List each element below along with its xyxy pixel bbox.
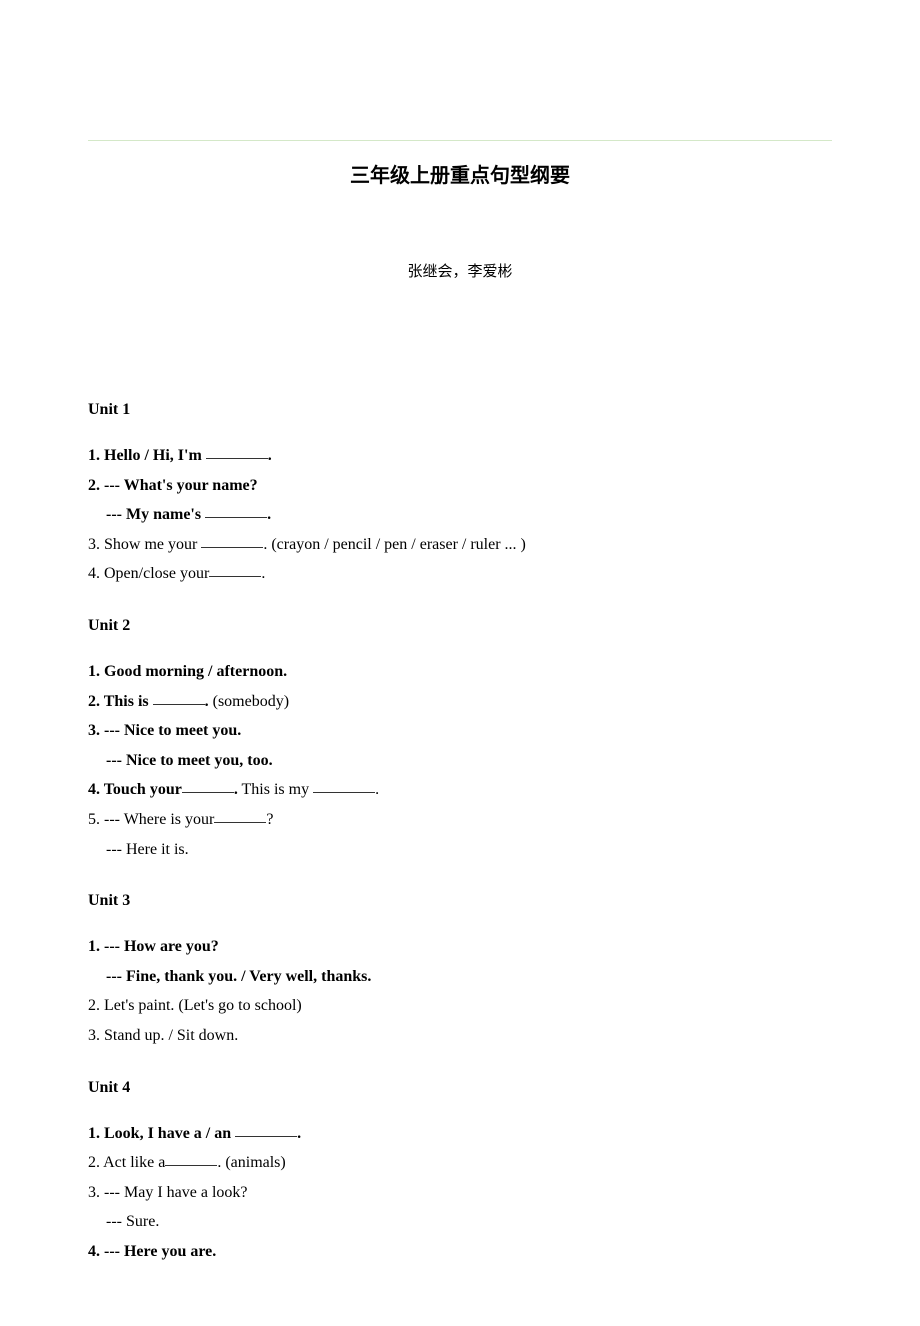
unit-4-item-4: 4. --- Here you are. [88, 1237, 832, 1267]
unit-4-heading: Unit 4 [88, 1079, 832, 1097]
text-fragment: 4. Touch your [88, 781, 182, 798]
blank [313, 776, 375, 793]
text-fragment: ? [266, 811, 273, 828]
unit-4-item-1: 1. Look, I have a / an . [88, 1119, 832, 1149]
blank [201, 531, 263, 548]
blank [235, 1120, 297, 1137]
text-fragment: This is my [238, 781, 313, 798]
unit-3-heading: Unit 3 [88, 892, 832, 910]
blank [214, 806, 266, 823]
unit-1-item-2-reply: --- My name's . [88, 500, 832, 530]
blank [153, 688, 205, 705]
text-fragment: 1. Look, I have a / an [88, 1125, 235, 1142]
blank [205, 501, 267, 518]
blank [209, 560, 261, 577]
blank [165, 1149, 217, 1166]
unit-2-item-5-reply: --- Here it is. [88, 835, 832, 865]
unit-4-item-3-reply: --- Sure. [88, 1207, 832, 1237]
unit-3-item-3: 3. Stand up. / Sit down. [88, 1021, 832, 1051]
text-fragment: 2. Act like a [88, 1154, 165, 1171]
blank [206, 442, 268, 459]
unit-2-item-5: 5. --- Where is your? [88, 805, 832, 835]
text-fragment: 5. --- Where is your [88, 811, 214, 828]
text-fragment: 2. This is [88, 693, 153, 710]
unit-1-heading: Unit 1 [88, 401, 832, 419]
text-fragment: . (animals) [217, 1154, 285, 1171]
text-fragment: . (crayon / pencil / pen / eraser / rule… [263, 536, 526, 553]
document-page: 三年级上册重点句型纲要 张继会，李爱彬 Unit 1 1. Hello / Hi… [0, 0, 920, 1326]
unit-3-item-1: 1. --- How are you? [88, 932, 832, 962]
page-title: 三年级上册重点句型纲要 [88, 159, 832, 188]
text-fragment: 4. Open/close your [88, 565, 209, 582]
text-fragment: . [267, 506, 271, 523]
text-fragment: . [268, 447, 272, 464]
blank [182, 776, 234, 793]
text-fragment: . [375, 781, 379, 798]
unit-2-item-1: 1. Good morning / afternoon. [88, 657, 832, 687]
text-fragment: 1. Hello / Hi, I'm [88, 447, 206, 464]
text-fragment: --- My name's [106, 506, 205, 523]
unit-2-heading: Unit 2 [88, 617, 832, 635]
unit-1-item-3: 3. Show me your . (crayon / pencil / pen… [88, 530, 832, 560]
unit-2-item-2: 2. This is . (somebody) [88, 687, 832, 717]
unit-2-item-4: 4. Touch your. This is my . [88, 775, 832, 805]
unit-1-item-1: 1. Hello / Hi, I'm . [88, 441, 832, 471]
unit-3-item-1-reply: --- Fine, thank you. / Very well, thanks… [88, 962, 832, 992]
top-divider [88, 140, 832, 141]
unit-4-item-3: 3. --- May I have a look? [88, 1178, 832, 1208]
text-fragment: . [297, 1125, 301, 1142]
unit-1-item-4: 4. Open/close your. [88, 559, 832, 589]
unit-1-item-2: 2. --- What's your name? [88, 471, 832, 501]
text-fragment: . [261, 565, 265, 582]
unit-2-item-3: 3. --- Nice to meet you. [88, 716, 832, 746]
unit-3-item-2: 2. Let's paint. (Let's go to school) [88, 991, 832, 1021]
text-fragment: 3. Show me your [88, 536, 201, 553]
text-fragment: (somebody) [209, 693, 289, 710]
unit-2-item-3-reply: --- Nice to meet you, too. [88, 746, 832, 776]
unit-4-item-2: 2. Act like a . (animals) [88, 1148, 832, 1178]
authors: 张继会，李爱彬 [88, 260, 832, 281]
